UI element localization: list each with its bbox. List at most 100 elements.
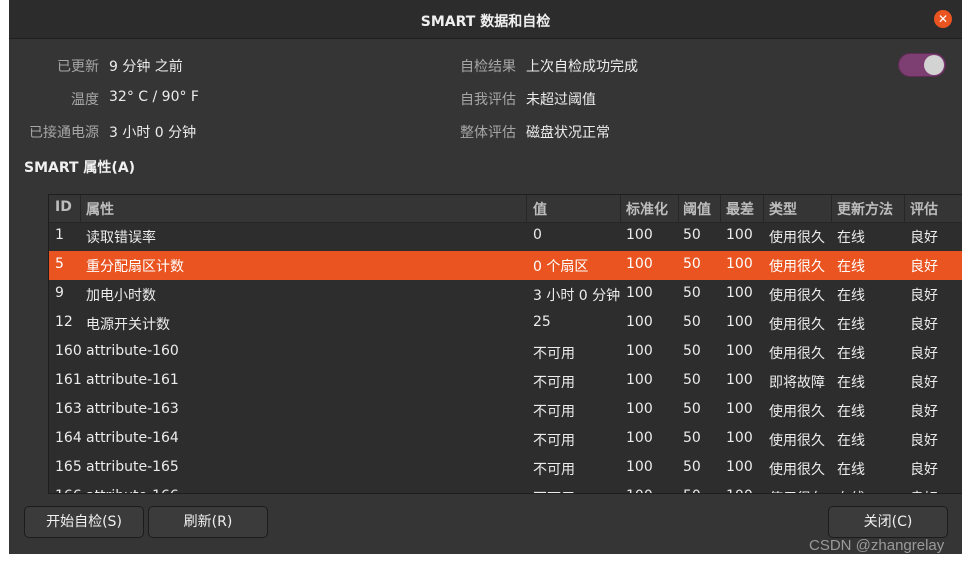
table-row[interactable]: 1 读取错误率 0 100 50 100 使用很久 在线 良好 (49, 222, 962, 251)
cell-value: 不可用 (533, 433, 575, 449)
cell-type: 使用很久 (769, 433, 825, 449)
cell-value: 不可用 (533, 375, 575, 391)
cell-value: 不可用 (533, 462, 575, 478)
table-row[interactable]: 9 加电小时数 3 小时 0 分钟 100 50 100 使用很久 在线 良好 (49, 280, 962, 309)
cell-normalized: 100 (626, 372, 653, 388)
table-row[interactable]: 164 attribute-164 不可用 100 50 100 使用很久 在线 良好 (49, 425, 962, 454)
table-row[interactable]: 160 attribute-160 不可用 100 50 100 使用很久 在线 良好 (49, 338, 962, 367)
cell-threshold: 50 (683, 372, 701, 388)
temperature-value: 32° C / 90° F (109, 89, 199, 105)
column-header-type[interactable]: 类型 (769, 199, 797, 219)
updated-label: 已更新 (57, 59, 99, 75)
cell-threshold: 50 (683, 401, 701, 417)
smart-enable-toggle[interactable] (898, 53, 946, 77)
cell-threshold: 50 (683, 488, 701, 493)
start-selftest-button[interactable]: 开始自检(S) (24, 506, 144, 538)
column-header-worst[interactable]: 最差 (726, 199, 754, 219)
close-button[interactable]: 关闭(C) (828, 506, 948, 538)
column-header-assessment[interactable]: 评估 (910, 199, 938, 219)
close-window-icon[interactable]: ✕ (934, 10, 952, 28)
cell-worst: 100 (726, 459, 753, 475)
cell-attribute: attribute-163 (86, 401, 179, 417)
cell-value: 3 小时 0 分钟 (533, 288, 621, 304)
cell-worst: 100 (726, 227, 753, 243)
cell-threshold: 50 (683, 459, 701, 475)
cell-threshold: 50 (683, 227, 701, 243)
cell-update: 在线 (837, 346, 865, 362)
column-header-update[interactable]: 更新方法 (837, 199, 893, 219)
table-header: ID 属性 值 标准化 阈值 最差 类型 更新方法 评估 (49, 195, 962, 223)
cell-update: 在线 (837, 433, 865, 449)
cell-normalized: 100 (626, 343, 653, 359)
temperature-label: 温度 (71, 92, 99, 108)
cell-update: 在线 (837, 375, 865, 391)
cell-id: 166 (55, 488, 82, 493)
column-header-threshold[interactable]: 阈值 (683, 199, 711, 219)
table-row[interactable]: 5 重分配扇区计数 0 个扇区 100 50 100 使用很久 在线 良好 (49, 251, 962, 280)
cell-attribute: attribute-161 (86, 372, 179, 388)
refresh-button[interactable]: 刷新(R) (148, 506, 268, 538)
cell-update: 在线 (837, 404, 865, 420)
cell-worst: 100 (726, 285, 753, 301)
cell-assessment: 良好 (910, 259, 938, 275)
cell-update: 在线 (837, 462, 865, 478)
column-separator (620, 195, 621, 222)
cell-normalized: 100 (626, 459, 653, 475)
column-separator (720, 195, 721, 222)
column-header-normalized[interactable]: 标准化 (626, 199, 668, 219)
cell-value: 25 (533, 314, 551, 330)
cell-worst: 100 (726, 401, 753, 417)
selfassess-value: 未超过阈值 (526, 92, 596, 108)
cell-update: 在线 (837, 259, 865, 275)
window-title: SMART 数据和自检 (420, 14, 551, 30)
cell-attribute: 电源开关计数 (86, 317, 170, 333)
cell-id: 9 (55, 285, 64, 301)
column-separator (80, 195, 81, 222)
cell-worst: 100 (726, 314, 753, 330)
cell-assessment: 良好 (910, 288, 938, 304)
table-row[interactable]: 163 attribute-163 不可用 100 50 100 使用很久 在线 良好 (49, 396, 962, 425)
cell-value: 不可用 (533, 346, 575, 362)
cell-type: 使用很久 (769, 288, 825, 304)
column-header-value[interactable]: 值 (533, 199, 547, 219)
cell-assessment: 良好 (910, 230, 938, 246)
selfassess-label: 自我评估 (460, 92, 516, 108)
cell-worst: 100 (726, 430, 753, 446)
cell-update: 在线 (837, 317, 865, 333)
overall-label: 整体评估 (460, 125, 516, 141)
cell-worst: 100 (726, 372, 753, 388)
table-row[interactable]: 161 attribute-161 不可用 100 50 100 即将故障 在线 良好 (49, 367, 962, 396)
cell-update: 在线 (837, 230, 865, 246)
table-row[interactable]: 12 电源开关计数 25 100 50 100 使用很久 在线 良好 (49, 309, 962, 338)
cell-value: 0 个扇区 (533, 259, 589, 275)
cell-threshold: 50 (683, 314, 701, 330)
cell-worst: 100 (726, 488, 753, 493)
cell-assessment: 良好 (910, 346, 938, 362)
cell-type: 使用很久 (769, 346, 825, 362)
attributes-table[interactable]: ID 属性 值 标准化 阈值 最差 类型 更新方法 评估 1 读取错误率 0 100 5… (48, 194, 962, 494)
cell-attribute: attribute-166 (86, 488, 179, 493)
cell-id: 161 (55, 372, 82, 388)
cell-assessment: 良好 (910, 488, 938, 493)
toggle-knob (924, 55, 944, 75)
updated-value: 9 分钟 之前 (109, 59, 183, 75)
smart-dialog: SMART 数据和自检 ✕ 已更新 9 分钟 之前 温度 32° C / 90°… (9, 0, 962, 554)
cell-assessment: 良好 (910, 375, 938, 391)
cell-type: 使用很久 (769, 404, 825, 420)
column-header-attribute[interactable]: 属性 (86, 199, 114, 219)
cell-normalized: 100 (626, 430, 653, 446)
table-row[interactable]: 165 attribute-165 不可用 100 50 100 使用很久 在线 良好 (49, 454, 962, 483)
cell-id: 5 (55, 256, 64, 272)
cell-id: 164 (55, 430, 82, 446)
column-header-id[interactable]: ID (55, 199, 72, 215)
selftest-label: 自检结果 (460, 59, 516, 75)
column-separator (904, 195, 905, 222)
column-separator (763, 195, 764, 222)
cell-value: 0 (533, 227, 542, 243)
powered-value: 3 小时 0 分钟 (109, 125, 197, 141)
watermark-text: CSDN @zhangrelay (809, 537, 945, 554)
table-row[interactable]: 166 attribute-166 不可用 100 50 100 使用很久 在线 良好 (49, 483, 962, 493)
title-bar[interactable]: SMART 数据和自检 ✕ (9, 0, 962, 39)
cell-normalized: 100 (626, 227, 653, 243)
cell-normalized: 100 (626, 488, 653, 493)
